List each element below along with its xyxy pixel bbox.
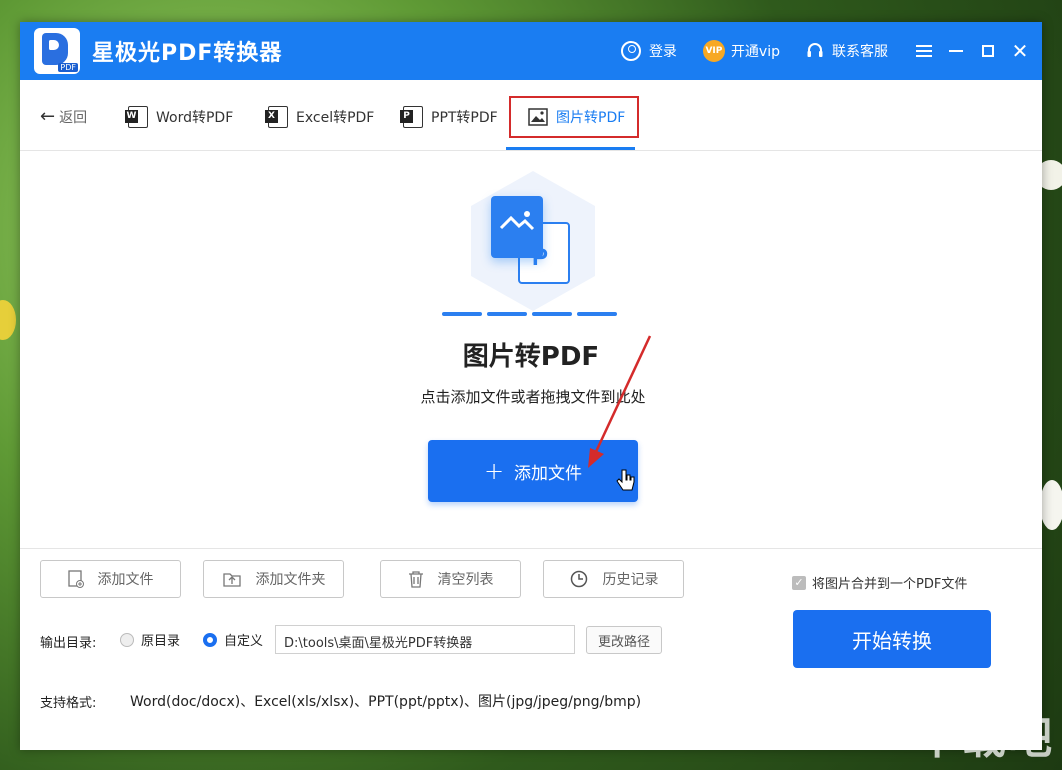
drop-zone[interactable]: P 图片转PDF 点击添加文件或者拖拽文件到此处 + 添加文件 [20,150,1042,549]
merge-checkbox[interactable]: ✓ 将图片合并到一个PDF文件 [792,573,967,592]
change-path-label: 更改路径 [597,634,650,650]
tab-excel-to-pdf[interactable]: X Excel转PDF [265,102,375,132]
ppt-file-icon: P [400,106,423,128]
trash-icon [408,571,423,588]
tab-label: Word转PDF [156,110,234,126]
tab-label: Excel转PDF [296,110,375,126]
red-arrow-annotation [588,335,652,468]
main-subtitle: 点击添加文件或者拖拽文件到此处 [420,388,646,406]
maximize-button[interactable] [978,41,998,61]
toolbar-add-folder-button[interactable]: 添加文件夹 [203,560,344,598]
app-logo-icon: PDF [34,28,80,74]
minimize-icon [949,50,963,52]
history-label: 历史记录 [602,572,659,588]
toolbar-add-file-label: 添加文件 [97,572,154,588]
maximize-icon [982,45,994,57]
start-convert-button[interactable]: 开始转换 [793,610,991,668]
support-label: 联系客服 [832,44,888,60]
app-title: 星极光PDF转换器 [92,41,283,66]
logo-tag: PDF [58,63,78,72]
close-icon: ✕ [1011,39,1029,63]
output-dir-label: 输出目录: [40,636,97,651]
arrow-left-icon: ← [40,106,56,127]
radio-custom-label: 自定义 [224,634,264,649]
app-window: PDF 星极光PDF转换器 登录 VIP 开通vip 联系客服 ✕ ← 返回 W… [20,22,1042,750]
excel-file-icon: X [265,106,288,128]
file-add-icon [67,570,84,588]
login-button[interactable]: 登录 [620,41,677,61]
background-flower [0,300,16,340]
merge-label: 将图片合并到一个PDF文件 [812,577,968,592]
picture-icon [491,196,543,258]
back-label: 返回 [59,109,88,126]
formats-text: Word(doc/docx)、Excel(xls/xlsx)、PPT(ppt/p… [130,694,642,710]
vip-label: 开通vip [730,44,780,60]
tab-ppt-to-pdf[interactable]: P PPT转PDF [400,102,498,132]
output-path-field[interactable]: D:\tools\桌面\星极光PDF转换器 [275,625,575,654]
radio-original-dir[interactable]: 原目录 [120,630,180,649]
vip-icon: VIP [702,40,725,62]
login-label: 登录 [648,44,677,60]
clock-icon [570,570,587,588]
radio-icon [120,632,134,647]
vip-button[interactable]: VIP 开通vip [702,40,780,62]
radio-selected-icon [203,632,217,647]
clear-list-button[interactable]: 清空列表 [380,560,521,598]
add-file-label: 添加文件 [514,463,583,484]
folder-upload-icon [222,573,241,587]
background-flower [1040,480,1062,530]
word-file-icon: W [125,106,148,128]
history-button[interactable]: 历史记录 [543,560,684,598]
title-bar: PDF 星极光PDF转换器 登录 VIP 开通vip 联系客服 ✕ [20,22,1042,80]
progress-dashes [442,312,622,316]
minimize-button[interactable] [946,41,966,61]
toolbar-add-folder-label: 添加文件夹 [255,572,326,588]
toolbar-add-file-button[interactable]: 添加文件 [40,560,181,598]
headset-icon [807,43,823,57]
tab-label: PPT转PDF [431,110,498,126]
formats-label: 支持格式: [40,696,97,711]
start-convert-label: 开始转换 [852,628,932,653]
change-path-button[interactable]: 更改路径 [586,626,662,654]
watermark: 下载吧 [916,713,1054,764]
user-icon [620,41,641,61]
support-button[interactable]: 联系客服 [806,41,888,61]
hand-cursor-icon [616,469,635,491]
close-button[interactable]: ✕ [1010,41,1030,61]
checkmark-icon: ✓ [792,575,806,590]
main-title: 图片转PDF [462,342,600,372]
menu-icon[interactable] [914,41,934,61]
clear-list-label: 清空列表 [437,572,494,588]
back-button[interactable]: ← 返回 [40,106,87,127]
plus-icon: + [483,457,505,485]
highlight-box [509,96,639,138]
radio-original-label: 原目录 [141,634,181,649]
radio-custom-dir[interactable]: 自定义 [203,630,263,649]
tab-word-to-pdf[interactable]: W Word转PDF [125,102,234,132]
